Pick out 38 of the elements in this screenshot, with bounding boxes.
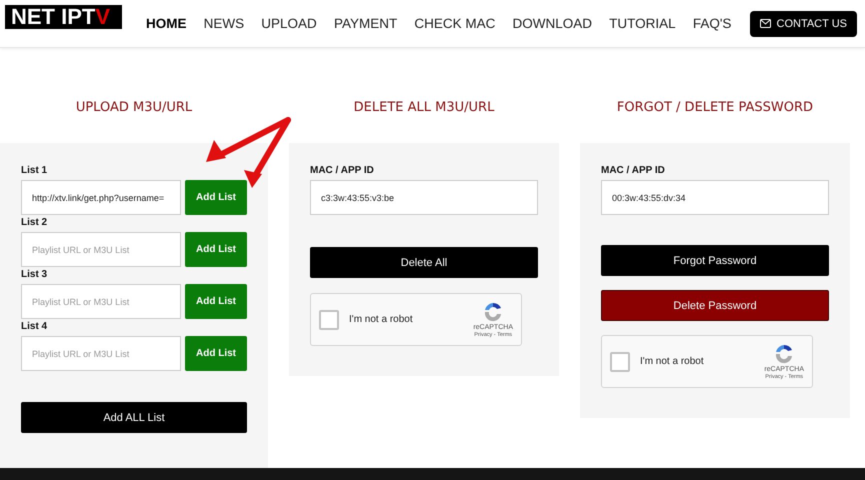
contact-button[interactable]: CONTACT US: [750, 10, 857, 36]
add-list-button[interactable]: Add List: [185, 180, 247, 215]
playlist-url-field[interactable]: Playlist URL or M3U List: [21, 284, 181, 319]
section-title: DELETE ALL M3U/URL: [352, 100, 496, 117]
nav-link[interactable]: TUTORIAL: [609, 16, 676, 31]
mail-icon: [760, 19, 770, 28]
nav-link[interactable]: NEWS: [204, 16, 244, 31]
field-label: List 3: [21, 269, 48, 282]
forgot-password-button[interactable]: Forgot Password: [601, 245, 829, 276]
section-title: FORGOT / DELETE PASSWORD: [616, 100, 814, 117]
captcha-label: I'm not a robot: [640, 356, 705, 367]
captcha-checkbox[interactable]: [610, 352, 630, 372]
nav-link[interactable]: CHECK MAC: [414, 16, 496, 31]
nav-link[interactable]: FAQ'S: [692, 16, 732, 31]
nav-link[interactable]: HOME: [146, 16, 186, 31]
field-label: List 1: [21, 165, 48, 178]
delete-all-button[interactable]: Delete All: [310, 247, 538, 278]
nav-link[interactable]: DOWNLOAD: [512, 16, 592, 31]
mac-id-field[interactable]: 00:3w:43:55:dv:34: [601, 180, 829, 215]
delete-password-button[interactable]: Delete Password: [601, 290, 829, 321]
logo: NET IPTV: [5, 4, 122, 28]
add-list-button[interactable]: Add List: [185, 232, 247, 267]
playlist-url-field[interactable]: Playlist URL or M3U List: [21, 336, 181, 371]
playlist-url-field[interactable]: Playlist URL or M3U List: [21, 232, 181, 267]
field-label: List 4: [21, 321, 48, 334]
add-list-button[interactable]: Add List: [185, 336, 247, 371]
field-label: MAC / APP ID: [601, 165, 666, 178]
nav-link[interactable]: PAYMENT: [334, 16, 398, 31]
captcha-checkbox[interactable]: [319, 310, 339, 330]
add-list-button[interactable]: Add List: [185, 284, 247, 319]
field-label: List 2: [21, 217, 48, 230]
nav-link[interactable]: UPLOAD: [261, 16, 317, 31]
field-label: MAC / APP ID: [310, 165, 375, 178]
add-all-list-button[interactable]: Add ALL List: [21, 402, 247, 433]
captcha-label: I'm not a robot: [349, 314, 414, 325]
section-title: UPLOAD M3U/URL: [74, 100, 194, 117]
playlist-url-field[interactable]: http://xtv.link/get.php?username=: [21, 180, 181, 215]
mac-id-field[interactable]: c3:3w:43:55:v3:be: [310, 180, 538, 215]
